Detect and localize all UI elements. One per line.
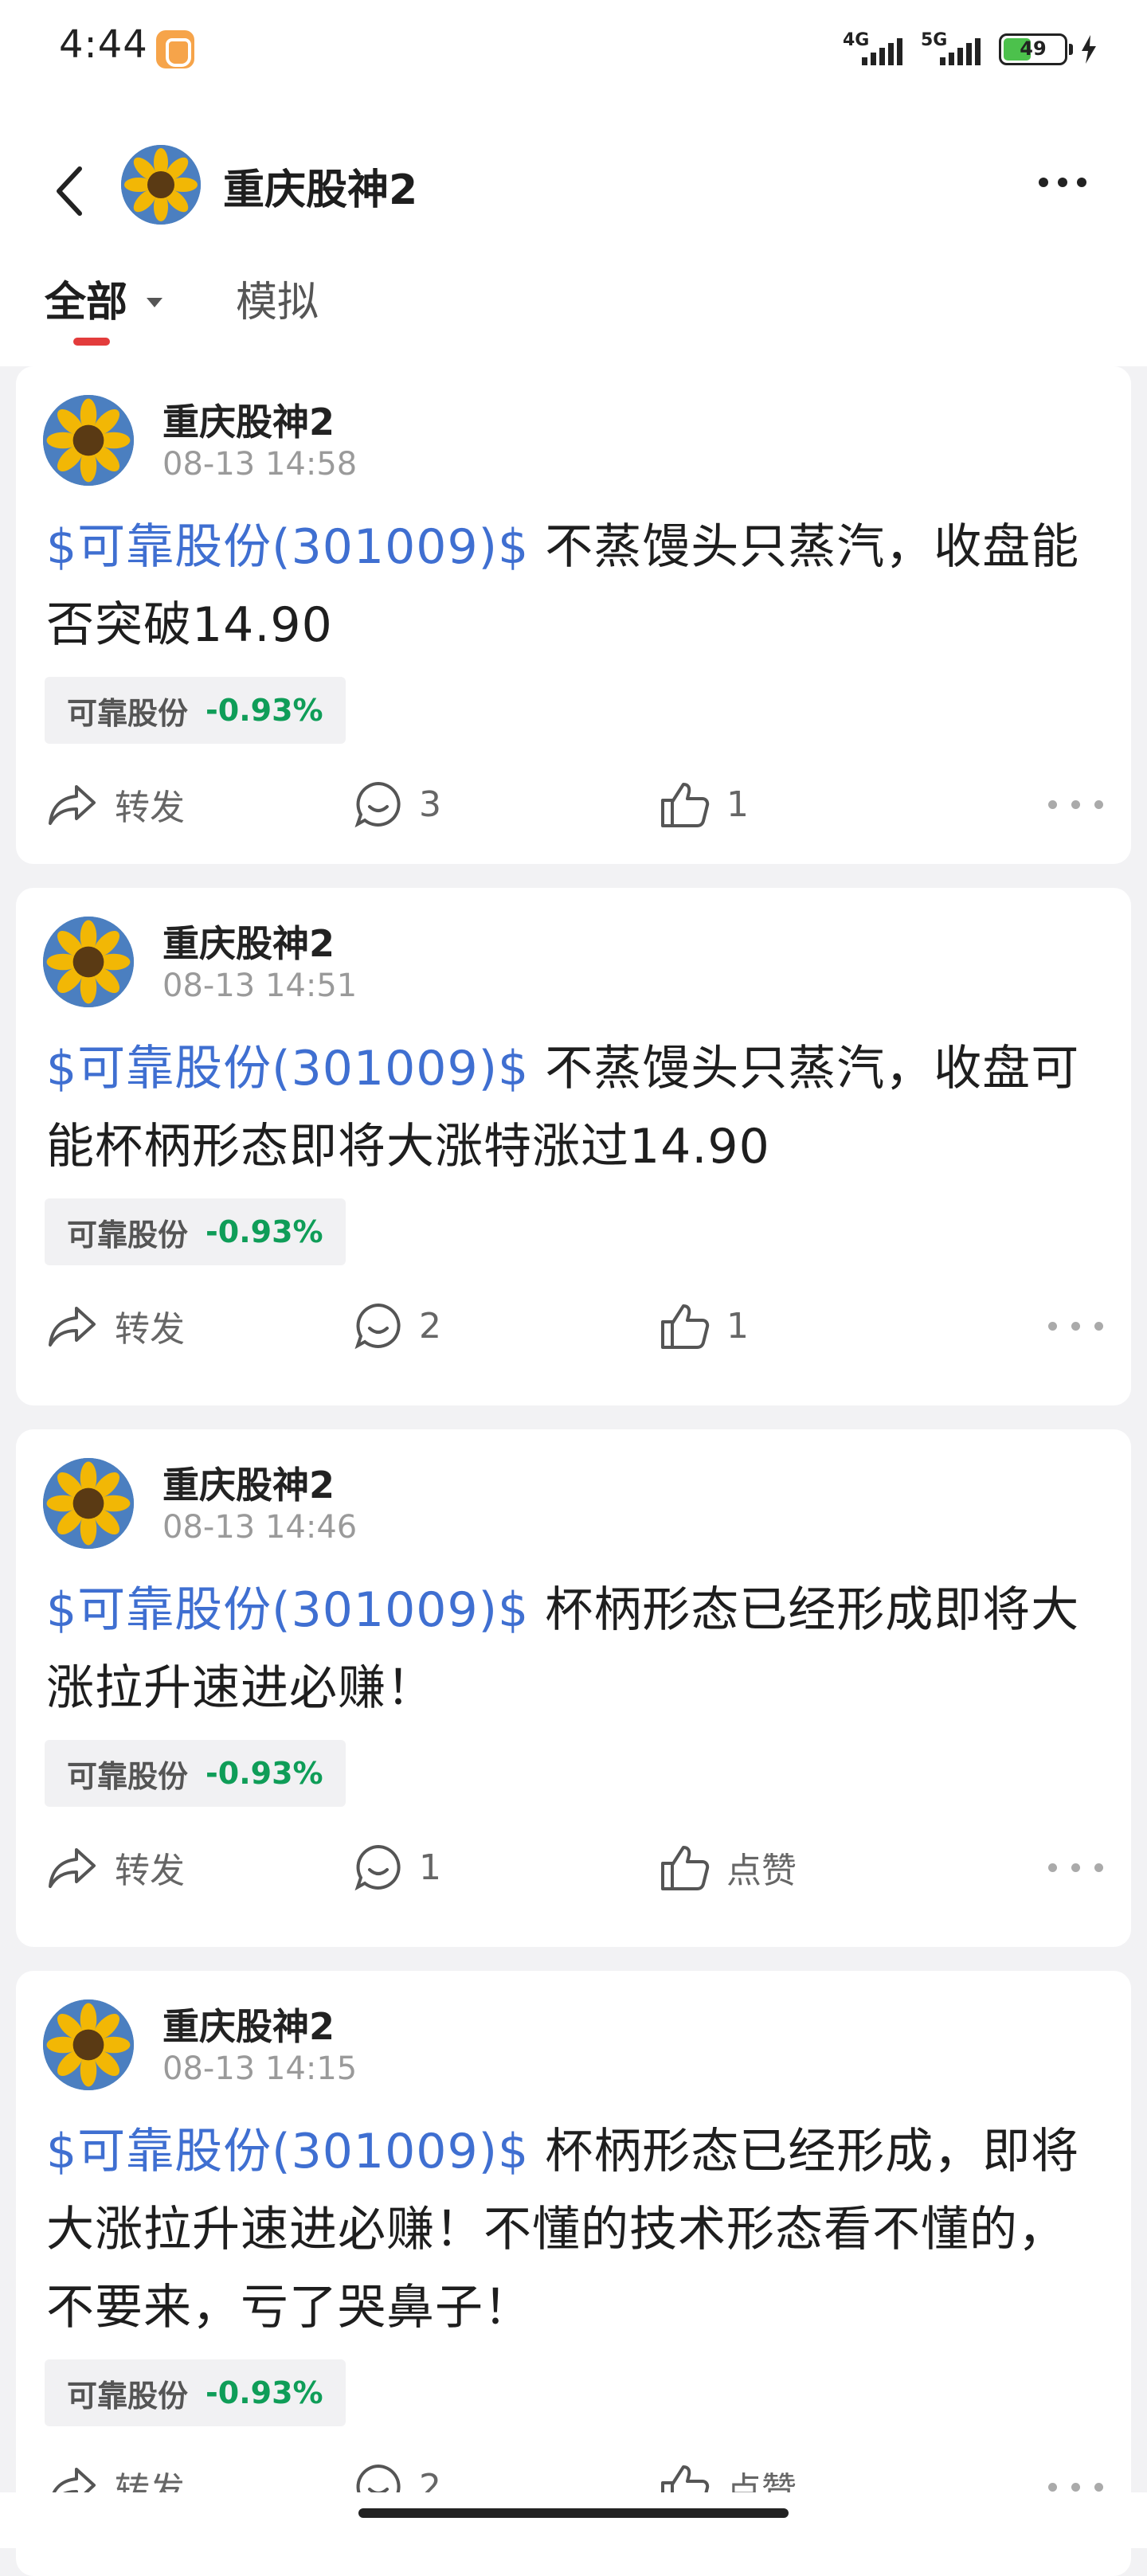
battery-icon: 49 xyxy=(999,33,1073,65)
author-avatar[interactable] xyxy=(43,917,134,1007)
forward-button[interactable]: 转发 xyxy=(46,764,185,844)
stock-name: 可靠股份 xyxy=(67,2378,189,2414)
author-name[interactable]: 重庆股神2 xyxy=(162,1998,335,2050)
sunflower-icon xyxy=(43,395,134,486)
comment-button[interactable]: 2 xyxy=(354,1286,441,1366)
post-more-dots-icon[interactable] xyxy=(1048,764,1110,844)
comment-button[interactable]: 1 xyxy=(354,1827,441,1907)
post-time: 08-13 14:51 xyxy=(162,967,358,1004)
header-avatar[interactable] xyxy=(121,145,201,225)
stock-tag-link[interactable]: $可靠股份(301009)$ xyxy=(46,2124,529,2179)
post-actions: 转发 1 点赞 xyxy=(16,1827,1131,1907)
post-card[interactable]: 重庆股神2 08-13 14:58 $可靠股份(301009)$ 不蒸馒头只蒸汽… xyxy=(16,366,1131,864)
share-arrow-icon xyxy=(49,785,96,825)
stock-name: 可靠股份 xyxy=(67,1217,189,1253)
tab-all-label: 全部 xyxy=(45,279,128,326)
post-actions: 转发 2 1 xyxy=(16,1286,1131,1366)
stock-chip[interactable]: 可靠股份 -0.93% xyxy=(45,1740,346,1807)
notification-app-icon xyxy=(156,30,194,68)
active-tab-indicator xyxy=(73,338,110,346)
share-arrow-icon xyxy=(49,1307,96,1347)
status-bar: 4:44 4G 5G 49 xyxy=(0,0,1147,99)
sunflower-icon xyxy=(43,1999,134,2090)
forward-label: 转发 xyxy=(115,1309,185,1350)
stock-change: -0.93% xyxy=(206,1756,323,1791)
post-card[interactable]: 重庆股神2 08-13 14:15 $可靠股份(301009)$ 杯柄形态已经形… xyxy=(16,1971,1131,2576)
post-time: 08-13 14:46 xyxy=(162,1509,358,1546)
stock-tag-link[interactable]: $可靠股份(301009)$ xyxy=(46,1582,529,1638)
post-time: 08-13 14:58 xyxy=(162,446,358,483)
home-indicator[interactable] xyxy=(358,2508,789,2518)
profile-header: 重庆股神2 全部 模拟 xyxy=(0,99,1147,366)
post-more-dots-icon[interactable] xyxy=(1048,1286,1110,1366)
comment-count: 1 xyxy=(419,1847,441,1888)
stock-change: -0.93% xyxy=(206,2375,323,2410)
comment-count: 3 xyxy=(419,784,441,825)
back-arrow-icon[interactable] xyxy=(48,159,92,223)
status-indicators: 4G 5G 49 xyxy=(843,27,1099,72)
like-count: 1 xyxy=(726,1305,749,1347)
stock-chip[interactable]: 可靠股份 -0.93% xyxy=(45,677,346,744)
post-more-dots-icon[interactable] xyxy=(1048,1827,1110,1907)
post-content[interactable]: $可靠股份(301009)$ 不蒸馒头只蒸汽，收盘可能杯柄形态即将大涨特涨过14… xyxy=(46,1030,1098,1186)
signal-4g-icon: 4G xyxy=(843,30,910,68)
comment-bubble-icon xyxy=(354,1303,401,1350)
post-card[interactable]: 重庆股神2 08-13 14:51 $可靠股份(301009)$ 不蒸馒头只蒸汽… xyxy=(16,888,1131,1405)
post-actions: 转发 3 1 xyxy=(16,764,1131,844)
forward-label: 转发 xyxy=(115,1851,185,1891)
comment-button[interactable]: 3 xyxy=(354,764,441,844)
author-name[interactable]: 重庆股神2 xyxy=(162,1456,335,1509)
comment-bubble-icon xyxy=(354,781,401,828)
author-avatar[interactable] xyxy=(43,395,134,486)
tab-simulate-label: 模拟 xyxy=(236,279,319,326)
author-avatar[interactable] xyxy=(43,1999,134,2090)
like-button[interactable]: 点赞 xyxy=(660,1827,797,1907)
stock-name: 可靠股份 xyxy=(67,695,189,731)
author-name[interactable]: 重庆股神2 xyxy=(162,393,335,446)
bottom-fade xyxy=(0,2492,1147,2548)
author-name[interactable]: 重庆股神2 xyxy=(162,915,335,967)
like-button[interactable]: 1 xyxy=(660,764,749,844)
more-dots-icon[interactable] xyxy=(1039,175,1102,207)
stock-name: 可靠股份 xyxy=(67,1758,189,1794)
tab-all[interactable]: 全部 xyxy=(45,263,236,346)
tab-simulate[interactable]: 模拟 xyxy=(236,263,395,342)
stock-tag-link[interactable]: $可靠股份(301009)$ xyxy=(46,519,529,575)
post-time: 08-13 14:15 xyxy=(162,2050,358,2087)
thumbs-up-icon xyxy=(661,1846,710,1890)
like-count: 1 xyxy=(726,784,749,825)
post-card[interactable]: 重庆股神2 08-13 14:46 $可靠股份(301009)$ 杯柄形态已经形… xyxy=(16,1429,1131,1947)
thumbs-up-icon xyxy=(661,1304,710,1349)
sunflower-icon xyxy=(43,917,134,1007)
page-title: 重庆股神2 xyxy=(223,166,418,214)
thumbs-up-icon xyxy=(661,783,710,827)
forward-button[interactable]: 转发 xyxy=(46,1827,185,1907)
like-label: 点赞 xyxy=(726,1851,797,1891)
status-time: 4:44 xyxy=(59,22,148,67)
charging-bolt-icon xyxy=(1082,35,1096,64)
share-arrow-icon xyxy=(49,1848,96,1888)
signal-5g-icon: 5G xyxy=(921,30,988,68)
sunflower-icon xyxy=(121,145,201,225)
tab-bar: 全部 模拟 xyxy=(45,263,395,346)
stock-chip[interactable]: 可靠股份 -0.93% xyxy=(45,1198,346,1265)
post-content[interactable]: $可靠股份(301009)$ 不蒸馒头只蒸汽，收盘能否突破14.90 xyxy=(46,508,1098,664)
comment-bubble-icon xyxy=(354,1844,401,1891)
forward-label: 转发 xyxy=(115,788,185,828)
sunflower-icon xyxy=(43,1458,134,1549)
comment-count: 2 xyxy=(419,1305,441,1347)
like-button[interactable]: 1 xyxy=(660,1286,749,1366)
stock-change: -0.93% xyxy=(206,693,323,728)
caret-down-icon xyxy=(147,298,162,307)
stock-tag-link[interactable]: $可靠股份(301009)$ xyxy=(46,1041,529,1096)
battery-level: 49 xyxy=(1020,37,1047,60)
post-content[interactable]: $可靠股份(301009)$ 杯柄形态已经形成，即将大涨拉升速进必赚！不懂的技术… xyxy=(46,2113,1098,2347)
post-content[interactable]: $可靠股份(301009)$ 杯柄形态已经形成即将大涨拉升速进必赚！ xyxy=(46,1571,1098,1727)
forward-button[interactable]: 转发 xyxy=(46,1286,185,1366)
author-avatar[interactable] xyxy=(43,1458,134,1549)
stock-chip[interactable]: 可靠股份 -0.93% xyxy=(45,2359,346,2426)
stock-change: -0.93% xyxy=(206,1214,323,1249)
